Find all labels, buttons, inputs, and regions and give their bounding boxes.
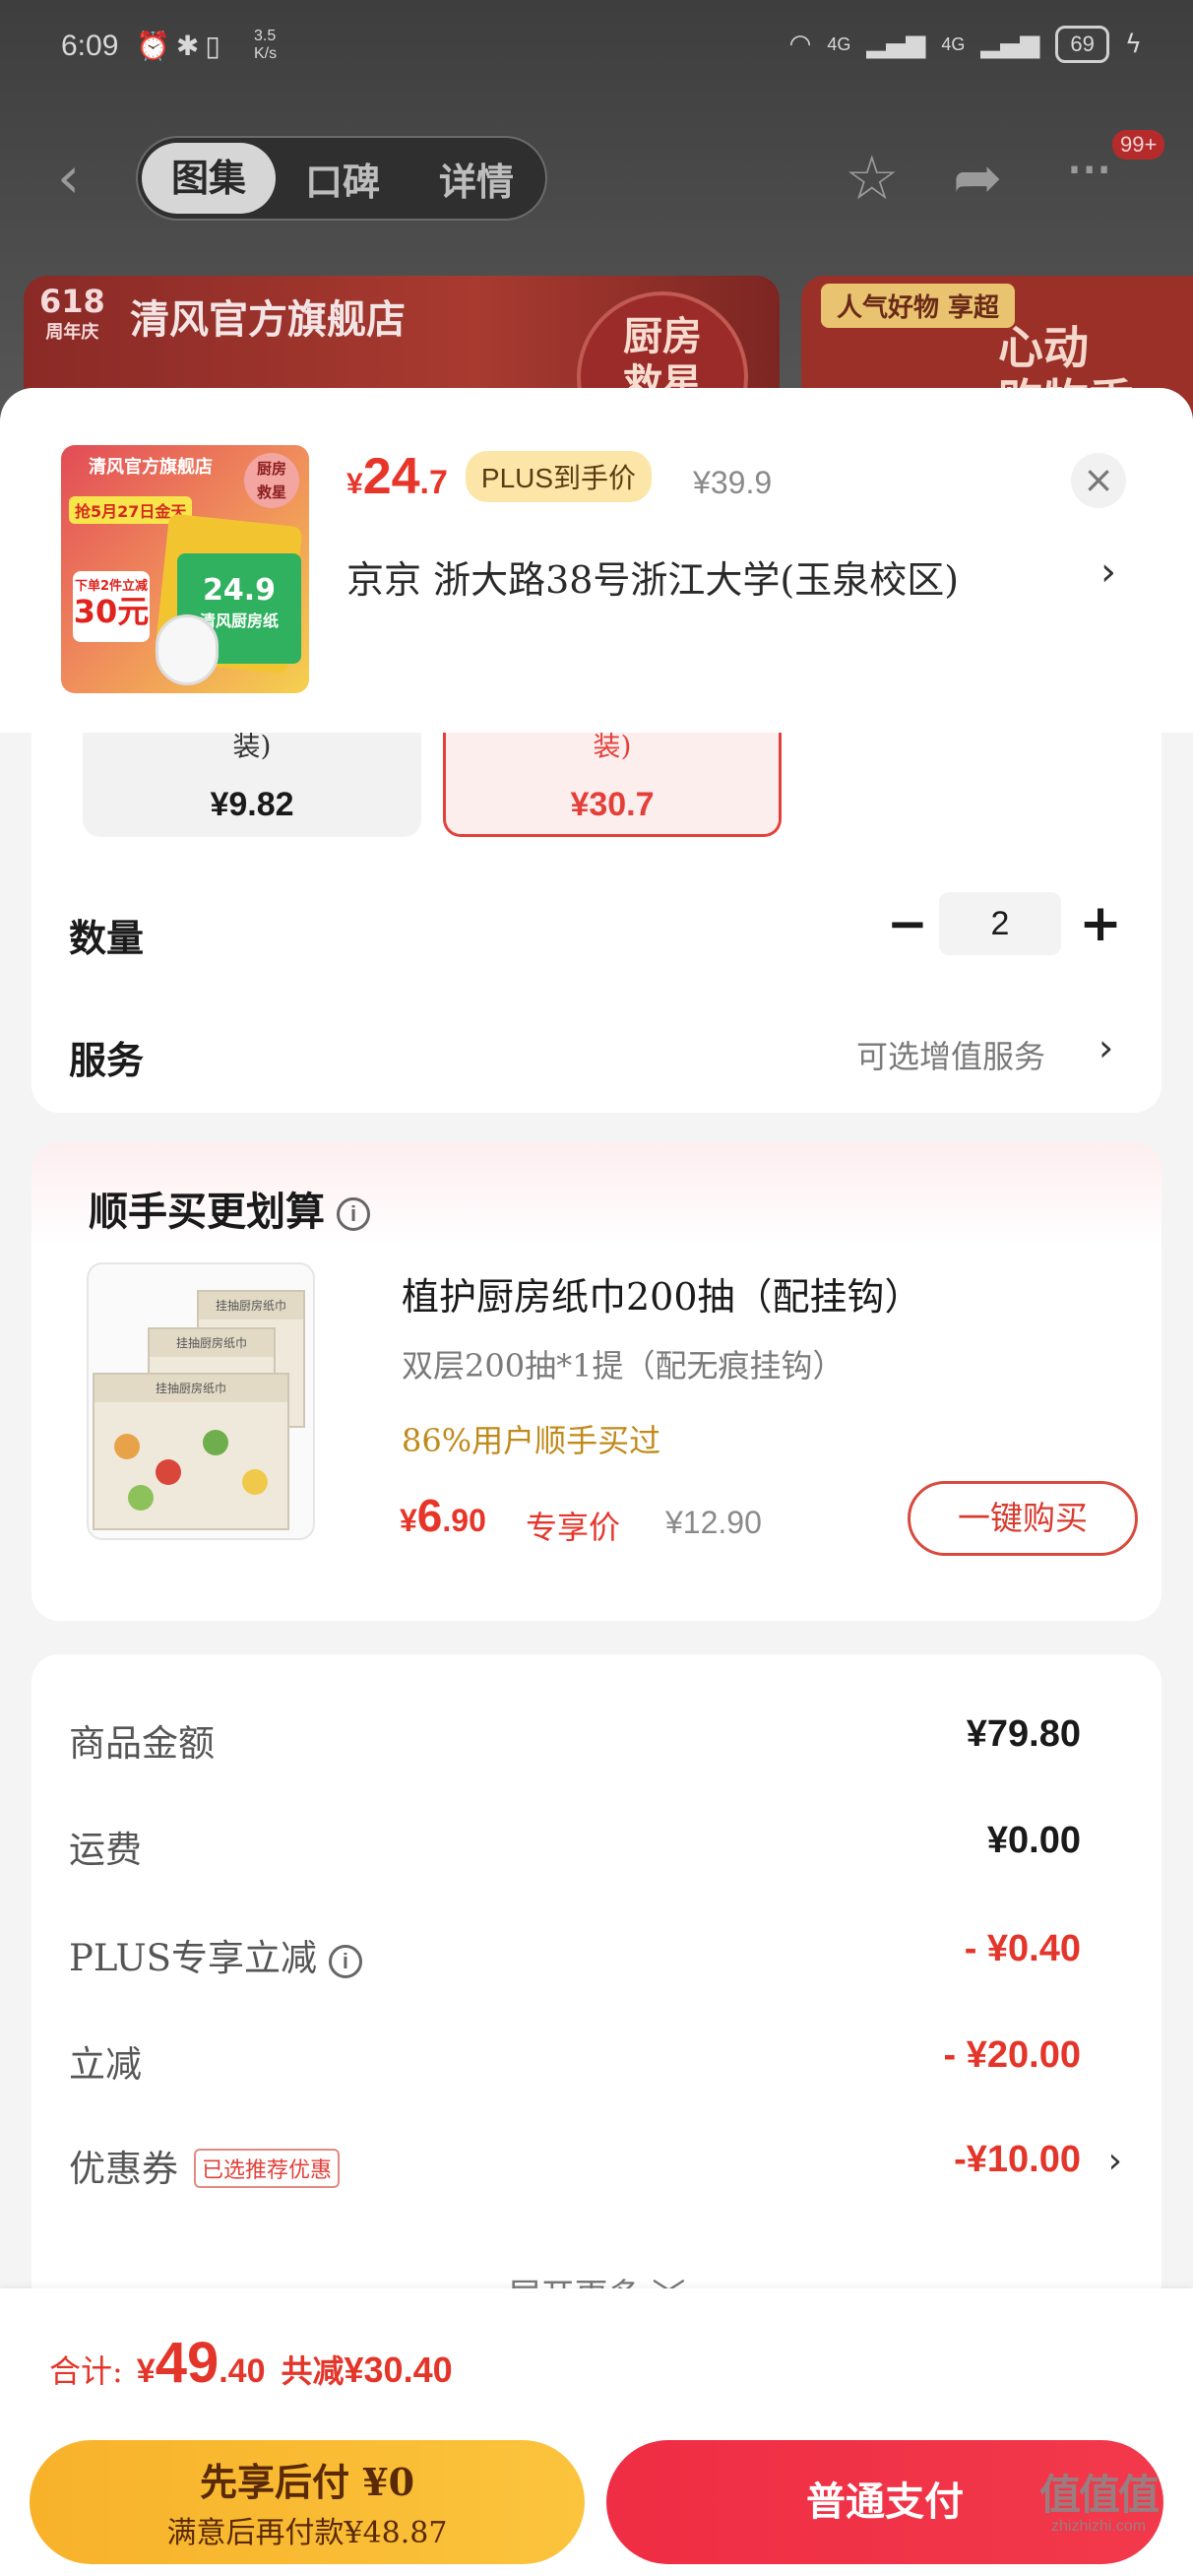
total-amount-dec: .40	[219, 2352, 266, 2390]
spec-option-label: 装)	[232, 733, 272, 762]
one-click-buy-button[interactable]: 一键购买	[908, 1481, 1138, 1556]
upsell-card: 顺手买更划算 i 挂抽厨房纸巾 挂抽厨房纸巾 挂抽厨房纸巾 植护厨房纸巾200抽（…	[31, 1142, 1162, 1621]
summary-value: ¥0.00	[986, 1820, 1081, 1861]
summary-row-goods: 商品金额 ¥79.80	[69, 1713, 1112, 1772]
delivery-address[interactable]: 京京 浙大路38号浙江大学(玉泉校区)	[346, 549, 1134, 604]
tab-details[interactable]: 详情	[409, 152, 543, 206]
network-speed: 3.5 K/s	[254, 28, 278, 62]
wifi-icon: ◠	[788, 30, 812, 59]
upsell-product-image[interactable]: 挂抽厨房纸巾 挂抽厨房纸巾 挂抽厨房纸巾	[87, 1262, 315, 1540]
total-amount-int: 49	[155, 2331, 220, 2395]
thumb-discount-box: 下单2件立减 30元	[73, 571, 150, 642]
back-arrow-icon[interactable]: ‹	[57, 149, 80, 206]
status-right-group: ◠ 4G ▂▄▆ 4G ▂▄▆ 69 ϟ	[789, 26, 1142, 63]
tab-reviews[interactable]: 口碑	[276, 152, 409, 206]
quantity-increase-button[interactable]: +	[1071, 894, 1130, 953]
upsell-product-spec: 双层200抽*1提（配无痕挂钩）	[402, 1347, 845, 1385]
tab-gallery[interactable]: 图集	[142, 143, 276, 214]
thumb-kitchen-badge: 厨房 救星	[244, 453, 299, 508]
quantity-input[interactable]: 2	[939, 892, 1061, 955]
checkout-bar: 合计: ¥ 49 .40 共减 ¥30.40 先享后付 ¥0 满意后再付款¥48…	[0, 2288, 1193, 2576]
summary-row-plus-discount: PLUS专享立减 i - ¥0.40	[69, 1928, 1112, 1987]
banner-618-logo: 618 周年庆	[39, 283, 105, 343]
thumb-store-name: 清风官方旗舰店	[89, 457, 213, 478]
status-icons: ⏰✱▯	[136, 30, 226, 62]
pay-later-button[interactable]: 先享后付 ¥0 满意后再付款¥48.87	[30, 2440, 585, 2564]
background-page: 6:09 ⏰✱▯ 3.5 K/s ◠ 4G ▂▄▆ 4G ▂▄▆ 69 ϟ ‹ …	[0, 0, 1193, 414]
signal-4g-2: 4G	[941, 33, 966, 54]
quantity-decrease-button[interactable]: −	[878, 894, 937, 953]
chevron-right-icon[interactable]: ›	[1108, 2141, 1122, 2181]
banner-popular-tag: 人气好物 享超	[821, 284, 1016, 328]
total-saved-value: ¥30.40	[344, 2350, 453, 2390]
status-bar: 6:09 ⏰✱▯ 3.5 K/s ◠ 4G ▂▄▆ 4G ▂▄▆ 69 ϟ	[0, 0, 1193, 98]
product-thumbnail[interactable]: 清风官方旗舰店 厨房 救星 抢5月27日金天 24.9 清风厨房纸 下单2件立减…	[61, 445, 309, 693]
status-time: 6:09	[61, 30, 119, 62]
close-button[interactable]: ×	[1071, 453, 1126, 508]
summary-label: 商品金额	[69, 1722, 215, 1765]
upsell-price: ¥6.90	[400, 1490, 486, 1541]
upsell-original-price: ¥12.90	[665, 1505, 762, 1540]
charging-icon: ϟ	[1124, 30, 1142, 59]
signal-bars-icon-2: ▂▄▆	[980, 30, 1040, 59]
options-card: 装) ¥9.82 装) ¥30.7 数量 − 2 + 服务 可选增值服务 ›	[31, 733, 1162, 1113]
total-label: 合计:	[49, 2352, 123, 2390]
sheet-header: 清风官方旗舰店 厨房 救星 抢5月27日金天 24.9 清风厨房纸 下单2件立减…	[0, 388, 1193, 733]
quantity-label: 数量	[69, 917, 145, 960]
summary-value: ¥79.80	[966, 1713, 1081, 1755]
service-selector[interactable]: 可选增值服务	[856, 1032, 1045, 1077]
info-icon[interactable]: i	[337, 1197, 370, 1231]
spec-option-price: ¥9.82	[210, 786, 294, 823]
battery-indicator: 69	[1055, 26, 1109, 63]
spec-option-2-selected[interactable]: 装) ¥30.7	[443, 733, 782, 837]
price-summary-card: 商品金额 ¥79.80 运费 ¥0.00 PLUS专享立减 i - ¥0.40 立…	[31, 1654, 1162, 2344]
banner-store-name: 清风官方旗舰店	[130, 297, 406, 343]
purchase-sheet: 清风官方旗舰店 厨房 救星 抢5月27日金天 24.9 清风厨房纸 下单2件立减…	[0, 388, 1193, 2576]
content-tabs: 图集 口碑 详情	[136, 136, 547, 221]
spec-option-1[interactable]: 装) ¥9.82	[83, 733, 421, 837]
top-nav: ‹ 图集 口碑 详情 ☆ ➦ ··· 99+	[0, 130, 1193, 225]
spec-option-label: 装)	[593, 733, 632, 762]
original-price: ¥39.9	[693, 465, 773, 500]
summary-label: 运费	[69, 1829, 142, 1871]
close-icon: ×	[1083, 458, 1114, 501]
total-currency: ¥	[136, 2352, 156, 2390]
upsell-title: 顺手买更划算 i	[89, 1180, 370, 1237]
plus-price-badge: PLUS到手价	[465, 451, 653, 502]
pay-later-subtitle: 满意后再付款¥48.87	[166, 2516, 448, 2550]
chevron-right-icon[interactable]: ›	[1100, 549, 1116, 595]
summary-label: PLUS专享立减 i	[69, 1928, 362, 1981]
chevron-right-icon[interactable]: ›	[1099, 1026, 1113, 1069]
signal-4g-1: 4G	[827, 33, 851, 54]
spec-option-price: ¥30.7	[570, 786, 655, 823]
pay-later-title: 先享后付 ¥0	[199, 2460, 415, 2504]
upsell-buy-stat: 86%用户顺手买过	[402, 1422, 661, 1459]
current-price: ¥24.7	[346, 448, 448, 505]
summary-label: 优惠券 已选推荐优惠	[69, 2139, 341, 2192]
info-icon[interactable]: i	[328, 1944, 362, 1978]
coupon-selected-tag: 已选推荐优惠	[194, 2148, 341, 2188]
summary-value: - ¥0.40	[964, 1928, 1081, 1969]
upsell-product-name[interactable]: 植护厨房纸巾200抽（配挂钩）	[402, 1266, 922, 1320]
total-saved-label: 共减	[281, 2352, 345, 2390]
total-line: 合计: ¥ 49 .40 共减 ¥30.40	[49, 2330, 453, 2396]
site-watermark: 值值值 zhizhizhi.com	[1039, 2471, 1160, 2535]
summary-value: - ¥20.00	[943, 2034, 1081, 2076]
summary-row-instant-discount: 立减 - ¥20.00	[69, 2034, 1112, 2093]
service-label: 服务	[69, 1039, 145, 1082]
favorite-star-icon[interactable]: ☆	[845, 142, 900, 214]
summary-label: 立减	[69, 2043, 142, 2086]
price-row: ¥24.7 PLUS到手价 ¥39.9	[346, 447, 772, 516]
thumb-paper-roll	[156, 614, 219, 685]
signal-bars-icon: ▂▄▆	[866, 30, 926, 59]
summary-row-shipping: 运费 ¥0.00	[69, 1820, 1112, 1879]
summary-value: -¥10.00	[954, 2139, 1081, 2180]
share-icon[interactable]: ➦	[953, 144, 1002, 213]
box-front: 挂抽厨房纸巾	[93, 1373, 289, 1530]
more-dots-icon[interactable]: ···	[1065, 136, 1113, 205]
notification-badge: 99+	[1112, 130, 1165, 160]
summary-row-coupon[interactable]: 优惠券 已选推荐优惠 -¥10.00 ›	[69, 2139, 1122, 2198]
exclusive-price-label: 专享价	[526, 1509, 621, 1546]
